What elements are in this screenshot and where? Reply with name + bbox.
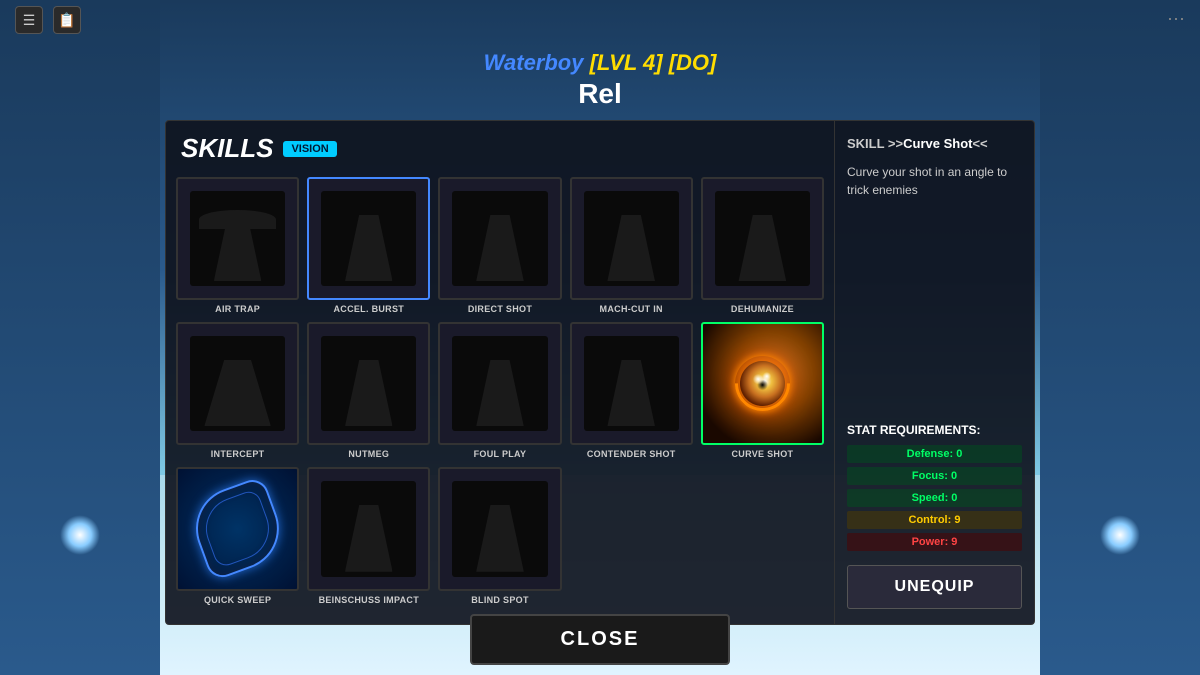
stat-focus: Focus: 0 xyxy=(847,467,1022,485)
stat-control: Control: 9 xyxy=(847,511,1022,529)
menu-icon[interactable]: ☰ xyxy=(15,6,43,34)
main-dialog: SKILLS VISION AIR TRAP ACCEL. BURST xyxy=(165,120,1035,625)
skill-item-nutmeg[interactable]: NUTMEG xyxy=(307,322,430,459)
skill-icon-air-trap xyxy=(190,191,285,286)
skill-label-curve-shot: CURVE SHOT xyxy=(731,449,793,459)
skill-thumb-nutmeg xyxy=(307,322,430,445)
skill-label-foul-play: FOUL PLAY xyxy=(474,449,527,459)
skill-label-air-trap: AIR TRAP xyxy=(215,304,260,314)
char-name: Waterboy xyxy=(484,50,584,75)
skill-label-accel-burst: ACCEL. BURST xyxy=(333,304,404,314)
skill-thumb-dehumanize xyxy=(701,177,824,300)
skill-thumb-curve-shot xyxy=(701,322,824,445)
skill-icon-foul-play xyxy=(452,336,547,431)
skill-label-beinschuss-impact: BEINSCHUSS IMPACT xyxy=(319,595,419,605)
stat-defense: Defense: 0 xyxy=(847,445,1022,463)
light-right xyxy=(1100,515,1140,555)
stat-req-title: STAT REQUIREMENTS: xyxy=(847,423,1022,437)
light-left xyxy=(60,515,100,555)
close-btn-container: CLOSE xyxy=(165,614,1035,675)
more-options-icon[interactable]: ··· xyxy=(1167,8,1185,29)
skill-item-curve-shot[interactable]: CURVE SHOT xyxy=(701,322,824,459)
skill-thumb-quick-sweep xyxy=(176,467,299,590)
skill-thumb-intercept xyxy=(176,322,299,445)
skill-item-air-trap[interactable]: AIR TRAP xyxy=(176,177,299,314)
top-bar: ☰ 📋 ··· xyxy=(0,0,1200,40)
skill-icon-direct-shot xyxy=(452,191,547,286)
skill-label-intercept: INTERCEPT xyxy=(211,449,265,459)
skill-item-blind-spot[interactable]: BLIND SPOT xyxy=(438,467,561,604)
skill-icon-mach-cut-in xyxy=(584,191,679,286)
char-level-badge: [LVL 4] xyxy=(590,50,663,75)
skill-description: Curve your shot in an angle to trick ene… xyxy=(847,163,1022,403)
skill-item-foul-play[interactable]: FOUL PLAY xyxy=(438,322,561,459)
quick-sweep-icon xyxy=(178,469,297,588)
skill-info-title: SKILL >>Curve Shot<< xyxy=(847,136,1022,151)
skill-item-contender-shot[interactable]: CONTENDER SHOT xyxy=(570,322,693,459)
skills-grid: AIR TRAP ACCEL. BURST DIRECT SHOT xyxy=(166,172,834,624)
inventory-icon[interactable]: 📋 xyxy=(53,6,81,34)
skill-item-quick-sweep[interactable]: QUICK SWEEP xyxy=(176,467,299,604)
skill-label-dehumanize: DEHUMANIZE xyxy=(731,304,794,314)
skills-header: SKILLS VISION xyxy=(166,121,834,172)
skill-icon-blind-spot xyxy=(452,481,547,576)
skill-thumb-direct-shot xyxy=(438,177,561,300)
skill-icon-beinschuss-impact xyxy=(321,481,416,576)
skill-icon-contender-shot xyxy=(584,336,679,431)
skill-name-highlight: Curve Shot xyxy=(903,136,972,151)
quick-sweep-shape xyxy=(184,476,291,583)
vision-badge: VISION xyxy=(283,141,336,157)
skill-item-beinschuss-impact[interactable]: BEINSCHUSS IMPACT xyxy=(307,467,430,604)
skill-thumb-air-trap xyxy=(176,177,299,300)
skill-thumb-blind-spot xyxy=(438,467,561,590)
skill-label-contender-shot: CONTENDER SHOT xyxy=(587,449,676,459)
stat-power: Power: 9 xyxy=(847,533,1022,551)
stat-speed: Speed: 0 xyxy=(847,489,1022,507)
close-button[interactable]: CLOSE xyxy=(470,614,730,665)
skill-label-blind-spot: BLIND SPOT xyxy=(471,595,529,605)
skill-item-intercept[interactable]: INTERCEPT xyxy=(176,322,299,459)
top-icons: ☰ 📋 xyxy=(15,6,81,34)
curve-swirl xyxy=(740,361,785,406)
skill-item-mach-cut-in[interactable]: MACH-CUT IN xyxy=(570,177,693,314)
skill-thumb-accel-burst xyxy=(307,177,430,300)
skill-icon-intercept xyxy=(190,336,285,431)
char-header: Waterboy [LVL 4] [DO] Rel xyxy=(0,50,1200,110)
skill-thumb-foul-play xyxy=(438,322,561,445)
skill-item-accel-burst[interactable]: ACCEL. BURST xyxy=(307,177,430,314)
skill-suffix: << xyxy=(972,136,987,151)
skill-thumb-contender-shot xyxy=(570,322,693,445)
skill-label-direct-shot: DIRECT SHOT xyxy=(468,304,532,314)
curve-shot-icon xyxy=(740,361,785,406)
skill-thumb-mach-cut-in xyxy=(570,177,693,300)
skill-icon-dehumanize xyxy=(715,191,810,286)
unequip-button[interactable]: UNEQUIP xyxy=(847,565,1022,609)
skill-label-mach-cut-in: MACH-CUT IN xyxy=(600,304,663,314)
char-title-line: Waterboy [LVL 4] [DO] xyxy=(0,50,1200,76)
skills-title: SKILLS xyxy=(181,133,273,164)
char-rel-name: Rel xyxy=(0,78,1200,110)
skill-icon-nutmeg xyxy=(321,336,416,431)
char-tag: [DO] xyxy=(669,50,717,75)
skill-thumb-beinschuss-impact xyxy=(307,467,430,590)
skill-item-dehumanize[interactable]: DEHUMANIZE xyxy=(701,177,824,314)
skill-icon-accel-burst xyxy=(321,191,416,286)
skill-prefix: SKILL >> xyxy=(847,136,903,151)
skill-item-direct-shot[interactable]: DIRECT SHOT xyxy=(438,177,561,314)
skills-panel: SKILLS VISION AIR TRAP ACCEL. BURST xyxy=(165,120,835,625)
skill-label-quick-sweep: QUICK SWEEP xyxy=(204,595,271,605)
skill-label-nutmeg: NUTMEG xyxy=(348,449,389,459)
info-panel: SKILL >>Curve Shot<< Curve your shot in … xyxy=(835,120,1035,625)
